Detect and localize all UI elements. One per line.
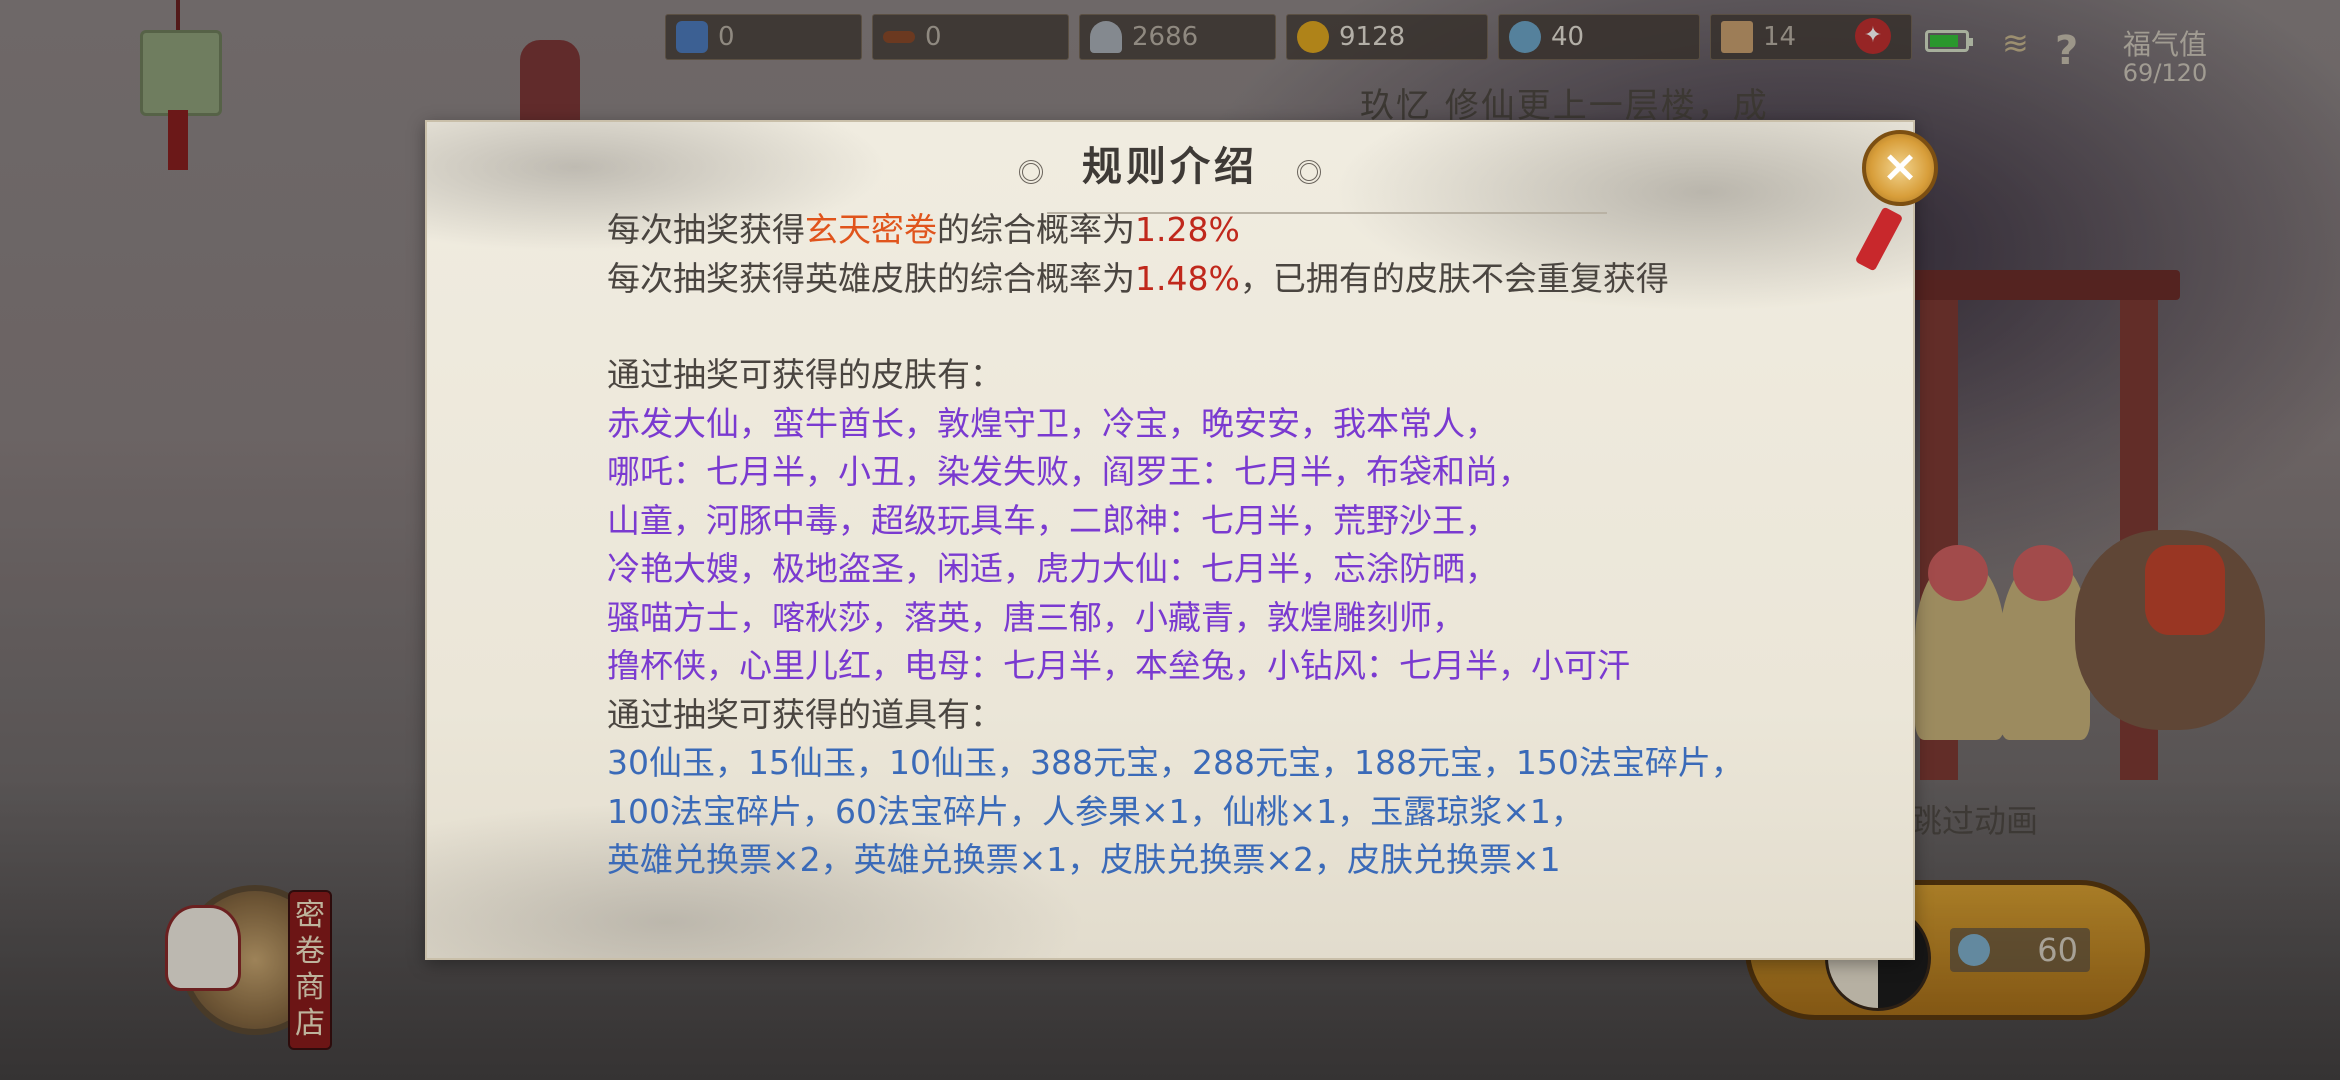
close-icon[interactable]: × [1862,130,1938,206]
rate-text: 每次抽奖获得 [607,210,805,249]
scroll-rate-line: 每次抽奖获得玄天密卷的综合概率为1.28% [607,206,1807,255]
rate-note: ，已拥有的皮肤不会重复获得 [1239,258,1669,298]
skin-list-line: 山童，河豚中毒，超级玩具车，二郎神：七月半，荒野沙王， [607,500,1498,540]
scroll-item-name: 玄天密卷 [805,210,937,249]
skin-rate-line: 每次抽奖获得英雄皮肤的综合概率为1.48%，已拥有的皮肤不会重复获得 [607,255,1807,304]
rules-content: 每次抽奖获得玄天密卷的综合概率为1.28% 每次抽奖获得英雄皮肤的综合概率为1.… [607,206,1807,885]
dialog-title: 规则介绍 [1082,144,1258,190]
item-list-line: 英雄兑换票×2，英雄兑换票×1，皮肤兑换票×2，皮肤兑换票×1 [607,840,1561,879]
skins-heading: 通过抽奖可获得的皮肤有： [607,355,1003,394]
skin-list-line: 哪吒：七月半，小丑，染发失败，阎罗王：七月半，布袋和尚， [607,452,1531,491]
rules-dialog: 规则介绍 每次抽奖获得玄天密卷的综合概率为1.28% 每次抽奖获得英雄皮肤的综合… [425,120,1915,960]
items-heading: 通过抽奖可获得的道具有： [607,694,1003,734]
scroll-rate-value: 1.28% [1135,210,1240,249]
rate-text: 的综合概率为 [937,210,1135,249]
skin-list-line: 骚喵方士，喀秋莎，落英，唐三郁，小藏青，敦煌雕刻师， [607,597,1465,637]
item-list-line: 100法宝碎片，60法宝碎片，人参果×1，仙桃×1，玉露琼浆×1， [607,791,1584,831]
skin-list-line: 冷艳大嫂，极地盗圣，闲适，虎力大仙：七月半，忘涂防晒， [607,549,1498,588]
skin-list-line: 撸杯侠，心里儿红，电母：七月半，本垒兔，小钻风：七月半，小可汗 [607,646,1630,685]
ornament-right-icon [1297,159,1322,184]
skin-rate-value: 1.48% [1135,258,1240,298]
item-list-line: 30仙玉，15仙玉，10仙玉，388元宝，288元宝，188元宝，150法宝碎片… [607,743,1744,782]
skin-list-line: 赤发大仙，蛮牛酋长，敦煌守卫，冷宝，晚安安，我本常人， [607,403,1498,443]
rate-text: 每次抽奖获得英雄皮肤的综合概率为 [607,258,1135,298]
dialog-header: 规则介绍 [427,134,1913,192]
ornament-left-icon [1018,159,1043,184]
